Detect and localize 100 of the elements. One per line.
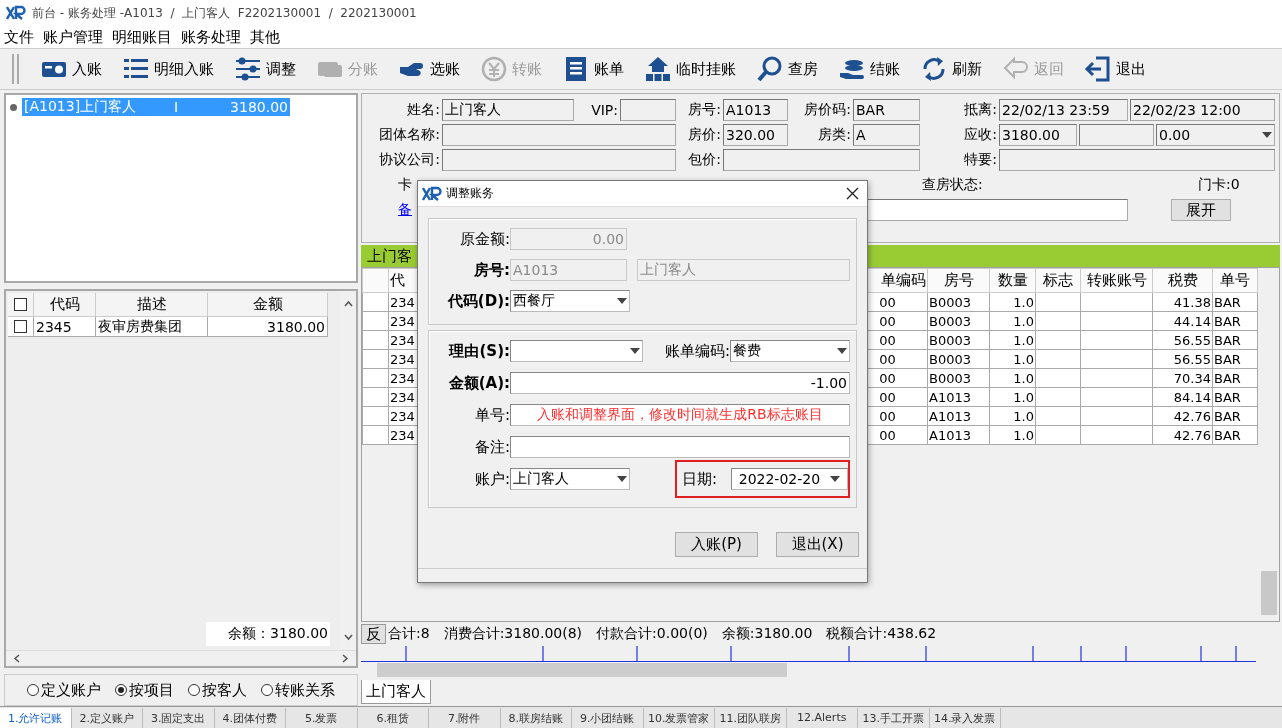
field-label: 协议公司: [378,151,440,169]
remark-link[interactable]: 备 [398,201,412,219]
toolbar-button[interactable]: 账单 [557,51,629,87]
dialog-button[interactable]: 入账(P) [675,532,758,557]
scrollbar-thumb[interactable] [377,663,787,677]
checkbox[interactable] [14,320,27,333]
toolbar-button[interactable]: 调整 [229,51,301,87]
checkbox[interactable] [14,298,27,311]
text-field[interactable] [620,99,676,121]
menu-item[interactable]: 账户管理 [43,27,103,47]
menu-item[interactable]: 明细账目 [112,27,172,47]
toolbar-button[interactable]: 刷新 [915,51,987,87]
column-header[interactable]: 房号 [927,268,990,293]
column-header[interactable]: 标志 [1035,268,1081,293]
field-label: 门卡:0 [1197,176,1241,194]
section-title: 上门客 [367,246,412,266]
toolbar-button[interactable]: 选账 [393,51,465,87]
radio-button[interactable]: 按客人 [188,680,247,700]
dropdown-arrow-icon[interactable] [830,476,841,482]
expand-button[interactable]: 展开 [1171,199,1231,221]
text-field[interactable] [999,149,1275,171]
field-label: 金额(A): [447,373,510,393]
text-field[interactable]: 320.00 [723,124,788,146]
coin-icon [480,55,508,83]
field-label: 房价: [687,126,721,144]
field-label: 原金额: [458,229,510,249]
radio-button[interactable]: 转账关系 [261,680,335,700]
summary-text: 税额合计:438.62 [826,625,937,643]
field-label: 卡 [398,176,412,194]
column-header[interactable]: 税费 [1152,268,1213,293]
column-header[interactable]: 单号 [1212,268,1258,293]
chevron-up-icon[interactable] [343,299,353,308]
toolbar-button[interactable]: 结账 [833,51,905,87]
text-field[interactable] [1079,124,1154,146]
toolbar-button[interactable]: 临时挂账 [639,51,741,87]
field-label: 账单编码: [663,341,730,361]
field-label: 代码(D): [446,291,510,311]
field-label: 团体名称: [378,126,440,144]
dropdown[interactable]: 西餐厅 [510,290,630,312]
field-label: 单号: [473,405,510,425]
dialog-button[interactable]: 退出(X) [776,532,859,557]
text-field[interactable]: 上门客人 [442,99,574,121]
scrollbar-thumb[interactable] [1261,571,1277,615]
column-header[interactable]: 描述 [96,293,208,317]
dropdown-arrow-icon[interactable] [837,348,847,354]
dropdown-arrow-icon[interactable] [630,348,640,354]
radio-button[interactable]: 按项目 [115,680,174,700]
table-cell: 夜审房费集团 [96,317,208,337]
dropdown-arrow-icon[interactable] [617,298,627,304]
text-field[interactable]: 22/02/23 12:00 [1130,99,1275,121]
tab[interactable]: 上门客人 [361,680,431,704]
field-label: 账户: [473,469,510,489]
text-field[interactable]: -1.00 [510,372,850,394]
text-field[interactable]: A1013 [723,99,788,121]
toolbar-button[interactable]: 查房 [751,51,823,87]
dropdown[interactable]: 上门客人 [510,468,630,490]
table-cell: 3180.00 [208,317,328,337]
menu-item[interactable]: 其他 [250,27,280,47]
radio-button[interactable]: 定义账户 [27,680,101,700]
dropdown-arrow-icon[interactable] [617,476,627,482]
toolbar-grip[interactable] [12,54,19,84]
dropdown-arrow-icon[interactable] [1262,132,1272,138]
chevron-right-icon[interactable] [341,654,350,663]
toolbar-button[interactable]: 退出 [1079,51,1151,87]
chevron-down-icon[interactable] [343,633,353,642]
text-field[interactable]: A [853,124,920,146]
field-label: VIP: [590,102,618,118]
chevron-left-icon[interactable] [12,654,21,663]
text-field[interactable]: 入账和调整界面，修改时间就生成RB标志账目 [510,404,850,426]
field-label: 房号: [687,101,721,119]
text-field[interactable] [510,436,850,458]
dialog-title: 调整账务 [446,185,495,202]
toolbar-button[interactable]: 入账 [35,51,107,87]
close-icon[interactable] [846,187,859,200]
menu-item[interactable]: 账务处理 [181,27,241,47]
text-field[interactable]: 22/02/13 23:59 [999,99,1128,121]
column-header[interactable]: 数量 [989,268,1036,293]
building-icon [644,55,672,83]
sliders-icon [234,55,262,83]
text-field[interactable] [442,124,676,146]
column-header[interactable]: 代码 [34,293,96,317]
text-field[interactable] [723,149,920,171]
dropdown[interactable]: 餐费 [730,340,850,362]
exit-icon [1084,55,1112,83]
field-label: 应收: [963,126,997,144]
field-label: 房价码: [803,101,851,119]
horizontal-scrollbar[interactable] [6,650,356,666]
toolbar-button[interactable]: 明细入账 [117,51,219,87]
menu-item[interactable]: 文件 [4,27,34,47]
text-field[interactable]: 3180.00 [999,124,1077,146]
reverse-button[interactable]: 反 [361,624,386,644]
text-field[interactable]: BAR [853,99,920,121]
bullet-icon [10,103,17,111]
column-header[interactable]: 转账账号 [1080,268,1153,293]
dropdown[interactable]: 2022-02-20 [730,468,848,490]
field-label: 特要: [963,151,997,169]
column-header[interactable]: 金额 [208,293,328,317]
tab[interactable]: 1.允许记账 [0,708,72,728]
text-field[interactable] [442,149,676,171]
dropdown[interactable]: 0.00 [1156,124,1275,146]
